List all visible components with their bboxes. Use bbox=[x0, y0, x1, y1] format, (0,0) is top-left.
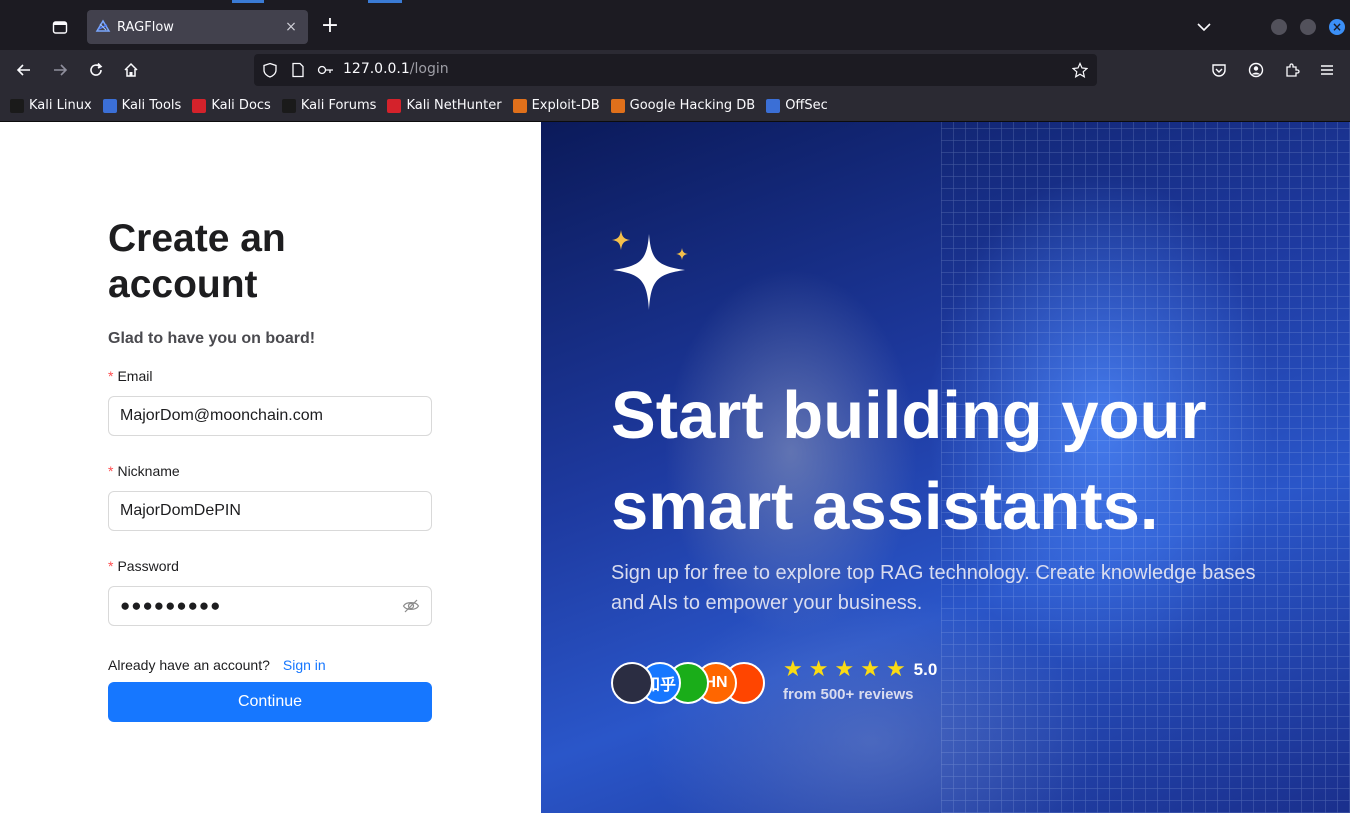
password-field[interactable]: ●●●●●●●●● bbox=[108, 586, 432, 626]
tab-ragflow[interactable]: RAGFlow × bbox=[87, 10, 308, 44]
bookmark-label: Kali Linux bbox=[29, 98, 92, 113]
reviews-count: from 500+ reviews bbox=[783, 686, 914, 703]
rating-stars: ★ ★ ★ ★ ★ 5.0 bbox=[783, 659, 937, 681]
minimize-button[interactable] bbox=[1271, 19, 1287, 35]
star-icon: ★ bbox=[834, 657, 855, 682]
page-title: Create an account bbox=[108, 217, 286, 306]
key-icon[interactable] bbox=[317, 62, 335, 78]
account-icon[interactable] bbox=[1244, 58, 1268, 82]
navigation-toolbar: 127.0.0.1/login bbox=[0, 50, 1350, 90]
bookmark-label: Kali Forums bbox=[300, 98, 377, 113]
page-icon[interactable] bbox=[290, 62, 306, 78]
star-icon: ★ bbox=[808, 657, 829, 682]
new-tab-button[interactable]: + bbox=[318, 15, 342, 39]
signin-prompt: Already have an account? Sign in bbox=[108, 657, 326, 673]
hero-title-line1: Start building your bbox=[611, 378, 1207, 453]
signin-link[interactable]: Sign in bbox=[283, 657, 326, 673]
bookmark-label: Kali Tools bbox=[121, 98, 182, 113]
kali-tools-icon bbox=[102, 98, 117, 113]
bookmark-kali-nethunter[interactable]: Kali NetHunter bbox=[387, 98, 502, 113]
kali-forums-icon bbox=[281, 98, 296, 113]
bookmark-star-icon[interactable] bbox=[1072, 62, 1088, 78]
shield-icon[interactable] bbox=[262, 62, 278, 78]
nickname-label: * Nickname bbox=[108, 463, 180, 479]
back-icon[interactable] bbox=[12, 58, 36, 82]
exploit-db-icon bbox=[512, 98, 527, 113]
page-subtitle: Glad to have you on board! bbox=[108, 330, 316, 347]
tab-bar: RAGFlow × + × bbox=[0, 4, 1350, 50]
forward-icon[interactable] bbox=[48, 58, 72, 82]
activity-indicator bbox=[232, 0, 264, 3]
hero-panel: Start building your smart assistants. Si… bbox=[541, 122, 1350, 813]
nethunter-icon bbox=[387, 98, 402, 113]
already-text: Already have an account? bbox=[108, 657, 270, 673]
page-content: Create an account Glad to have you on bo… bbox=[0, 122, 1350, 813]
activity-indicator bbox=[368, 0, 402, 3]
bookmark-offsec[interactable]: OffSec bbox=[766, 98, 828, 113]
hero-subtitle: Sign up for free to explore top RAG tech… bbox=[611, 562, 1256, 614]
eye-invisible-icon[interactable] bbox=[402, 597, 420, 615]
email-field[interactable]: MajorDom@moonchain.com bbox=[108, 396, 432, 436]
bookmark-label: Google Hacking DB bbox=[629, 98, 756, 113]
kali-dragon-icon bbox=[10, 98, 24, 113]
bookmark-label: Kali Docs bbox=[211, 98, 271, 113]
tab-close-icon[interactable]: × bbox=[282, 19, 300, 35]
bookmark-kali-linux[interactable]: Kali Linux bbox=[10, 98, 92, 113]
url-bar[interactable]: 127.0.0.1/login bbox=[254, 54, 1097, 86]
maximize-button[interactable] bbox=[1300, 19, 1316, 35]
extensions-icon[interactable] bbox=[1280, 58, 1304, 82]
hero-title-line2: smart assistants. bbox=[611, 469, 1159, 544]
hero-title: Start building your smart assistants. bbox=[611, 370, 1311, 552]
kali-docs-icon bbox=[192, 98, 207, 113]
password-label: * Password bbox=[108, 558, 179, 574]
reload-icon[interactable] bbox=[84, 58, 108, 82]
password-value: ●●●●●●●●● bbox=[120, 596, 222, 615]
email-label: * Email bbox=[108, 368, 152, 384]
bookmark-label: Kali NetHunter bbox=[406, 98, 502, 113]
password-label-text: Password bbox=[117, 558, 179, 574]
nickname-value: MajorDomDePIN bbox=[120, 502, 241, 519]
menu-icon[interactable] bbox=[1315, 58, 1339, 82]
nickname-label-text: Nickname bbox=[117, 463, 180, 479]
offsec-icon bbox=[766, 98, 781, 113]
star-icon: ★ bbox=[783, 657, 803, 682]
url-text[interactable]: 127.0.0.1/login bbox=[343, 61, 449, 77]
required-mark: * bbox=[108, 368, 114, 384]
github-avatar bbox=[611, 662, 653, 704]
ghdb-icon bbox=[610, 98, 625, 113]
email-value: MajorDom@moonchain.com bbox=[120, 407, 323, 424]
ragflow-favicon-icon bbox=[95, 19, 111, 32]
bookmark-kali-forums[interactable]: Kali Forums bbox=[281, 98, 377, 113]
star-icon: ★ bbox=[885, 657, 906, 682]
sparkle-icon bbox=[612, 230, 688, 310]
star-icon: ★ bbox=[860, 657, 880, 682]
home-icon[interactable] bbox=[119, 58, 143, 82]
required-mark: * bbox=[108, 558, 114, 574]
nickname-field[interactable]: MajorDomDePIN bbox=[108, 491, 432, 531]
tab-title: RAGFlow bbox=[117, 19, 174, 35]
bookmarks-toolbar: Kali Linux Kali Tools Kali Docs Kali Forums… bbox=[0, 90, 1350, 122]
rating-value: 5.0 bbox=[913, 660, 938, 679]
bookmark-kali-tools[interactable]: Kali Tools bbox=[102, 98, 182, 113]
url-host: 127.0.0.1 bbox=[343, 61, 410, 77]
list-all-tabs-icon[interactable] bbox=[1192, 16, 1216, 38]
pocket-icon[interactable] bbox=[1207, 58, 1231, 82]
continue-button[interactable]: Continue bbox=[108, 682, 432, 722]
bookmark-exploit-db[interactable]: Exploit-DB bbox=[512, 98, 600, 113]
bookmark-google-hacking-db[interactable]: Google Hacking DB bbox=[610, 98, 756, 113]
bookmark-kali-docs[interactable]: Kali Docs bbox=[192, 98, 271, 113]
firefox-view-icon[interactable] bbox=[48, 15, 72, 39]
url-path: /login bbox=[409, 61, 449, 77]
close-window-button[interactable]: × bbox=[1329, 19, 1345, 35]
email-label-text: Email bbox=[117, 368, 153, 384]
bookmark-label: Exploit-DB bbox=[531, 98, 600, 113]
required-mark: * bbox=[108, 463, 114, 479]
bookmark-label: OffSec bbox=[785, 98, 828, 113]
signup-panel: Create an account Glad to have you on bo… bbox=[0, 122, 541, 813]
